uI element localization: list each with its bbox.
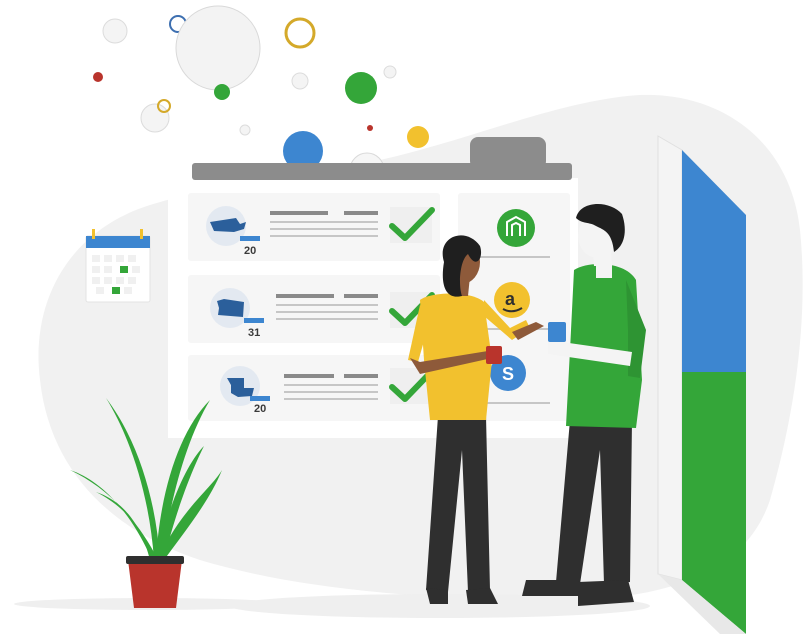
bubble — [407, 126, 429, 148]
bubble — [367, 125, 373, 131]
bubble — [345, 72, 377, 104]
bubble — [383, 65, 397, 79]
bubble — [284, 17, 316, 49]
illustration: 20 31 20 a S — [14, 5, 803, 634]
row-card-1: 20 — [188, 193, 440, 261]
bubble — [102, 18, 128, 44]
bubbles — [93, 5, 429, 188]
bubble — [214, 84, 230, 100]
open-door — [657, 135, 746, 634]
row-count: 20 — [254, 403, 266, 415]
calendar — [85, 229, 151, 303]
bubble — [93, 72, 103, 82]
magento-logo-icon — [497, 209, 535, 247]
bubble — [239, 124, 251, 136]
bubble — [175, 5, 261, 91]
bubble — [140, 103, 170, 133]
bubble — [291, 72, 309, 90]
shopify-logo-letter: S — [502, 364, 514, 384]
blue-mug — [548, 322, 566, 342]
row-card-3: 20 — [188, 355, 440, 421]
amazon-logo-letter: a — [505, 289, 516, 309]
red-mug — [486, 346, 502, 364]
row-count: 20 — [244, 245, 256, 257]
washington-map-icon — [217, 299, 244, 317]
row-count: 31 — [248, 327, 260, 339]
row-card-2: 31 — [188, 275, 440, 343]
